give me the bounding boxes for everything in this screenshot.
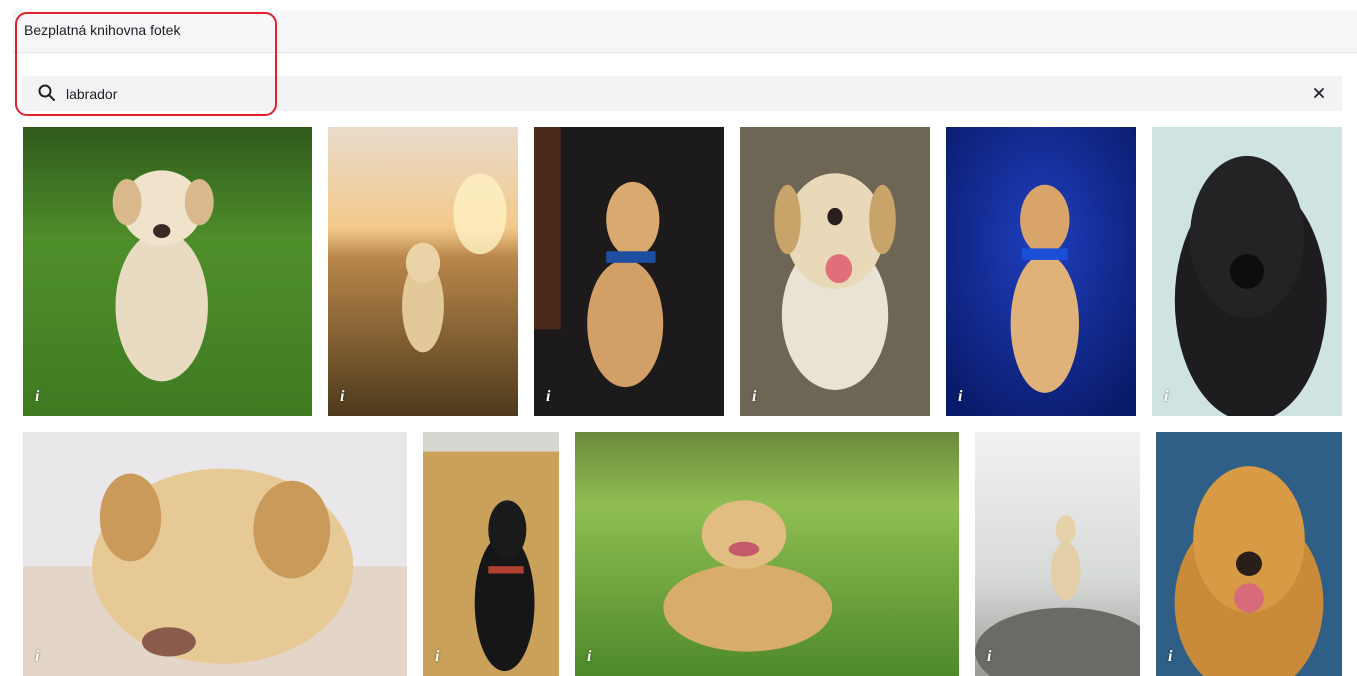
dog-photo (1156, 432, 1342, 676)
dog-photo (23, 432, 407, 676)
dog-photo (1152, 127, 1342, 416)
info-icon[interactable]: i (340, 388, 344, 406)
info-icon[interactable]: i (1168, 648, 1172, 666)
dog-photo (534, 127, 724, 416)
dog-photo (328, 127, 518, 416)
info-icon[interactable]: i (752, 388, 756, 406)
info-icon[interactable]: i (35, 388, 39, 406)
info-icon[interactable]: i (987, 648, 991, 666)
photo-tile[interactable]: i (423, 432, 559, 676)
photo-tile[interactable]: i (975, 432, 1140, 676)
page-title: Bezplatná knihovna fotek (24, 22, 181, 38)
close-icon[interactable] (1308, 82, 1330, 104)
photo-tile[interactable]: i (1156, 432, 1342, 676)
photo-tile[interactable]: i (946, 127, 1136, 416)
dog-photo (575, 432, 959, 676)
dog-photo (975, 432, 1140, 676)
photo-tile[interactable]: i (23, 127, 312, 416)
search-bar[interactable] (22, 76, 1342, 111)
info-icon[interactable]: i (546, 388, 550, 406)
photo-tile[interactable]: i (328, 127, 518, 416)
info-icon[interactable]: i (35, 648, 39, 666)
header-bar: Bezplatná knihovna fotek (12, 10, 1357, 53)
photo-tile[interactable]: i (23, 432, 407, 676)
info-icon[interactable]: i (587, 648, 591, 666)
search-icon[interactable] (37, 83, 57, 103)
photo-tile[interactable]: i (740, 127, 930, 416)
dog-photo (423, 432, 559, 676)
dog-photo (23, 127, 312, 416)
photo-tile[interactable]: i (575, 432, 959, 676)
info-icon[interactable]: i (958, 388, 962, 406)
info-icon[interactable]: i (435, 648, 439, 666)
photo-tile[interactable]: i (1152, 127, 1342, 416)
dog-photo (740, 127, 930, 416)
info-icon[interactable]: i (1164, 388, 1168, 406)
search-input[interactable] (66, 76, 1266, 111)
photo-tile[interactable]: i (534, 127, 724, 416)
dog-photo (946, 127, 1136, 416)
